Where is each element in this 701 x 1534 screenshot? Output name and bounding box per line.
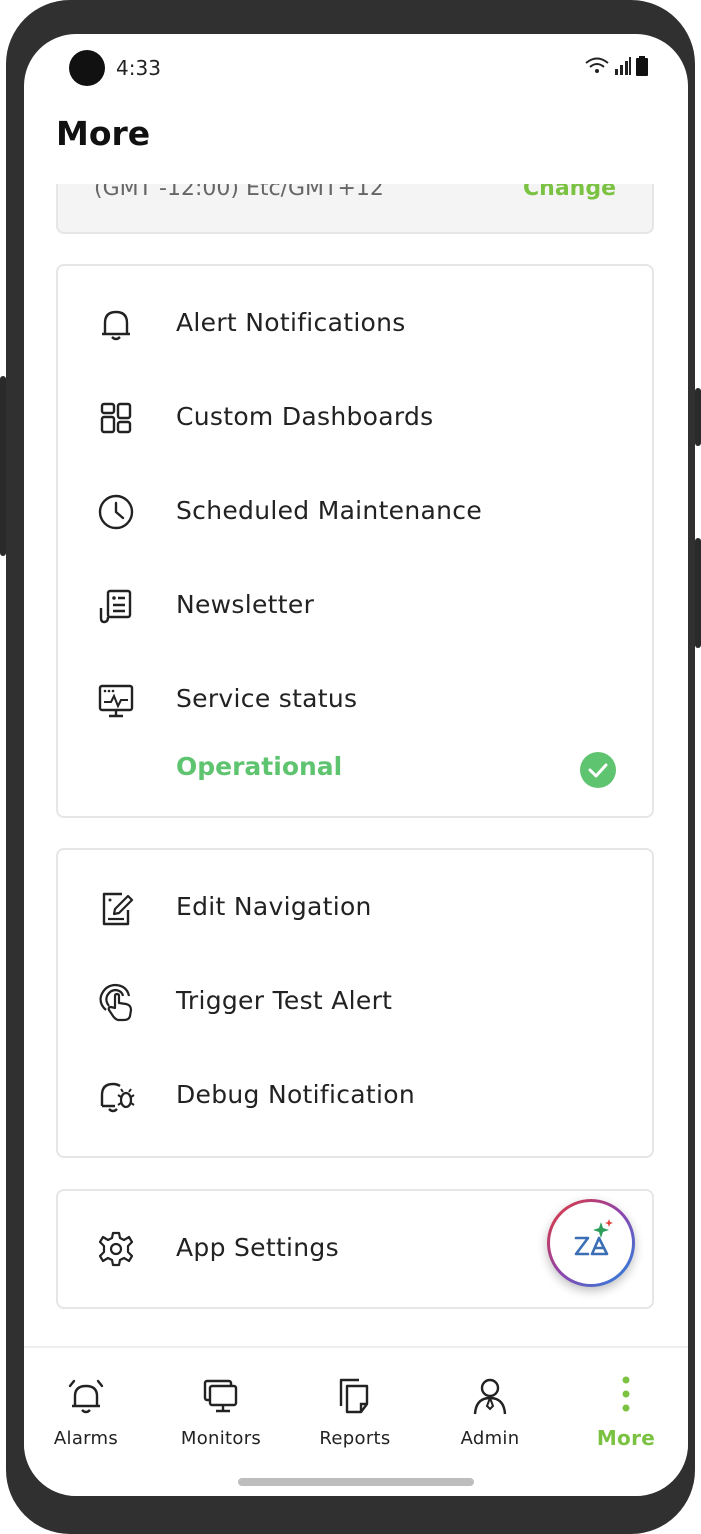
wifi-icon [585, 57, 609, 73]
nav-label: More [596, 1426, 656, 1450]
nav-reports[interactable]: Reports [295, 1348, 415, 1458]
nav-label: Admin [460, 1428, 520, 1449]
bell-icon [102, 310, 130, 341]
dashboard-grid-icon [100, 402, 132, 434]
home-indicator[interactable] [238, 1478, 474, 1486]
change-timezone-link[interactable]: Change [523, 184, 616, 201]
menu-item-alert-notifications[interactable]: Alert Notifications [58, 292, 652, 352]
monitor-pulse-icon [98, 684, 134, 718]
reports-icon [339, 1378, 369, 1414]
alarm-icon [68, 1379, 104, 1414]
menu-item-edit-navigation[interactable]: Edit Navigation [58, 876, 652, 936]
timezone-card: (GMT -12:00) Etc/GMT+12 Change [56, 184, 654, 234]
timezone-value: (GMT -12:00) Etc/GMT+12 [94, 184, 384, 201]
admin-user-icon [473, 1378, 507, 1415]
side-button-right-bottom [695, 538, 701, 648]
side-button-right-top [695, 388, 701, 446]
menu-item-label: Edit Navigation [176, 892, 372, 921]
menu-item-debug-notification[interactable]: Debug Notification [58, 1064, 652, 1124]
nav-more[interactable]: More [566, 1348, 686, 1458]
nav-label: Monitors [180, 1428, 262, 1449]
monitors-icon [203, 1379, 238, 1413]
status-icons [584, 56, 648, 76]
clock-icon [98, 494, 134, 530]
nav-alarms[interactable]: Alarms [26, 1348, 146, 1458]
newsletter-icon [99, 589, 132, 624]
gear-icon [98, 1231, 134, 1267]
status-check-icon [580, 752, 616, 788]
battery-icon [636, 56, 648, 76]
camera-cutout [69, 50, 105, 86]
menu-item-label: Alert Notifications [176, 308, 406, 337]
screen: 4:33 More (GMT -12:00) Etc/GMT+12 Change… [24, 34, 688, 1496]
menu-item-label: Newsletter [176, 590, 315, 619]
menu-item-label: Debug Notification [176, 1080, 416, 1109]
service-status-value: Operational [176, 752, 343, 781]
tap-hand-icon [99, 983, 133, 1022]
zia-assistant-button[interactable] [547, 1199, 635, 1287]
menu-item-trigger-test-alert[interactable]: Trigger Test Alert [58, 970, 652, 1030]
phone-frame: 4:33 More (GMT -12:00) Etc/GMT+12 Change… [0, 0, 701, 1534]
nav-label: Alarms [53, 1428, 119, 1449]
page-title: More [56, 114, 151, 153]
primary-menu-card: Alert Notifications Custom Dashboards Sc… [56, 264, 654, 818]
more-dots-icon [622, 1376, 630, 1412]
status-time: 4:33 [116, 56, 161, 80]
secondary-menu-card: Edit Navigation Trigger Test Alert Debug… [56, 848, 654, 1158]
menu-item-newsletter[interactable]: Newsletter [58, 574, 652, 634]
zia-logo-icon [574, 1219, 613, 1256]
nav-label: Reports [319, 1428, 391, 1449]
menu-item-label: Scheduled Maintenance [176, 496, 482, 525]
bell-bug-icon [100, 1082, 135, 1113]
menu-item-service-status[interactable]: Service status [58, 668, 652, 728]
nav-monitors[interactable]: Monitors [161, 1348, 281, 1458]
menu-item-custom-dashboards[interactable]: Custom Dashboards [58, 386, 652, 446]
menu-item-label: Trigger Test Alert [176, 986, 393, 1015]
menu-item-label: App Settings [176, 1233, 339, 1262]
nav-admin[interactable]: Admin [430, 1348, 550, 1458]
signal-icon [615, 57, 631, 75]
menu-item-label: Service status [176, 684, 358, 713]
bottom-navigation: Alarms Monitors Reports Admin More [24, 1346, 688, 1496]
menu-item-scheduled-maintenance[interactable]: Scheduled Maintenance [58, 480, 652, 540]
status-bar: 4:33 [24, 34, 688, 104]
side-button-left [0, 376, 6, 556]
edit-document-icon [102, 892, 134, 926]
menu-item-label: Custom Dashboards [176, 402, 434, 431]
